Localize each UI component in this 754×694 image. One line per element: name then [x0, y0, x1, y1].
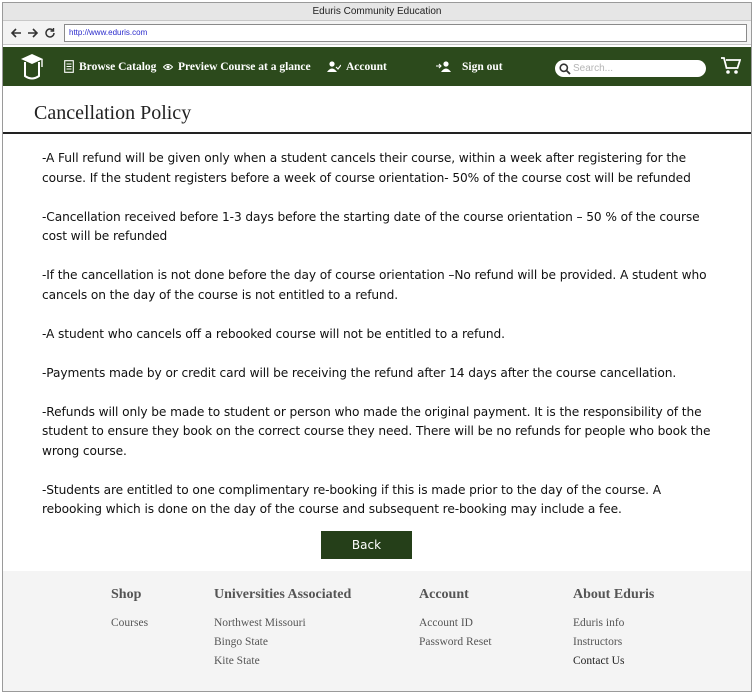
search-box[interactable]: [555, 60, 706, 77]
nav-sign-out[interactable]: Sign out: [436, 47, 503, 86]
footer-link-password-reset[interactable]: Password Reset: [419, 636, 492, 648]
policy-paragraph: -Students are entitled to one compliment…: [42, 482, 661, 517]
back-button[interactable]: Back: [321, 531, 412, 559]
footer-link-kite-state[interactable]: Kite State: [214, 655, 351, 667]
eye-icon: [163, 63, 173, 70]
footer-link-account-id[interactable]: Account ID: [419, 617, 492, 629]
search-input[interactable]: [573, 63, 693, 74]
nav-account[interactable]: Account: [327, 47, 387, 86]
title-divider: [3, 132, 751, 134]
footer-link-courses[interactable]: Courses: [111, 617, 148, 629]
site-navbar: Browse Catalog Preview Course at a glanc…: [3, 47, 751, 86]
footer: Shop Courses Universities Associated Nor…: [3, 571, 751, 691]
footer-account: Account Account ID Password Reset: [419, 587, 492, 655]
catalog-icon: [64, 60, 74, 73]
footer-link-bingo-state[interactable]: Bingo State: [214, 636, 351, 648]
address-bar: http://www.eduris.com: [3, 21, 751, 45]
footer-account-title: Account: [419, 587, 469, 602]
nav-browse-catalog-label: Browse Catalog: [79, 60, 157, 73]
nav-account-label: Account: [346, 60, 387, 73]
browser-window: Eduris Community Education http://www.ed…: [2, 2, 752, 692]
footer-about: About Eduris Eduris info Instructors Con…: [573, 587, 654, 674]
page-title: Cancellation Policy: [34, 102, 192, 124]
policy-paragraph: -A Full refund will be given only when a…: [42, 151, 691, 185]
back-arrow-icon[interactable]: [9, 26, 23, 40]
user-check-icon: [327, 61, 341, 72]
window-title: Eduris Community Education: [3, 3, 751, 21]
policy-paragraph: -Payments made by or credit card will be…: [42, 365, 677, 380]
nav-sign-out-label: Sign out: [462, 60, 503, 73]
footer-shop-title: Shop: [111, 587, 142, 602]
policy-paragraph: -Cancellation received before 1-3 days b…: [42, 209, 700, 244]
search-icon: [559, 62, 571, 75]
footer-link-instructors[interactable]: Instructors: [573, 636, 654, 648]
nav-preview-course-label: Preview Course at a glance: [178, 60, 311, 73]
forward-arrow-icon[interactable]: [26, 26, 40, 40]
footer-about-title: About Eduris: [573, 587, 655, 602]
shopping-cart-icon[interactable]: [721, 57, 742, 80]
graduation-cap-logo-icon[interactable]: [19, 52, 45, 87]
policy-text: -A Full refund will be given only when a…: [42, 149, 714, 539]
footer-universities-title: Universities Associated: [214, 587, 352, 602]
footer-link-eduris-info[interactable]: Eduris info: [573, 617, 654, 629]
policy-paragraph: -If the cancellation is not done before …: [42, 268, 707, 302]
user-sign-out-icon: [436, 61, 451, 72]
footer-shop: Shop Courses: [111, 587, 148, 636]
url-field[interactable]: http://www.eduris.com: [64, 23, 747, 42]
nav-preview-course[interactable]: Preview Course at a glance: [163, 47, 311, 86]
reload-icon[interactable]: [43, 26, 57, 40]
footer-universities: Universities Associated Northwest Missou…: [214, 587, 351, 674]
policy-paragraph: -A student who cancels off a rebooked co…: [42, 326, 505, 341]
footer-link-contact-us[interactable]: Contact Us: [573, 655, 654, 667]
footer-link-northwest-missouri[interactable]: Northwest Missouri: [214, 617, 351, 629]
policy-paragraph: -Refunds will only be made to student or…: [42, 404, 711, 458]
nav-browse-catalog[interactable]: Browse Catalog: [64, 47, 156, 86]
